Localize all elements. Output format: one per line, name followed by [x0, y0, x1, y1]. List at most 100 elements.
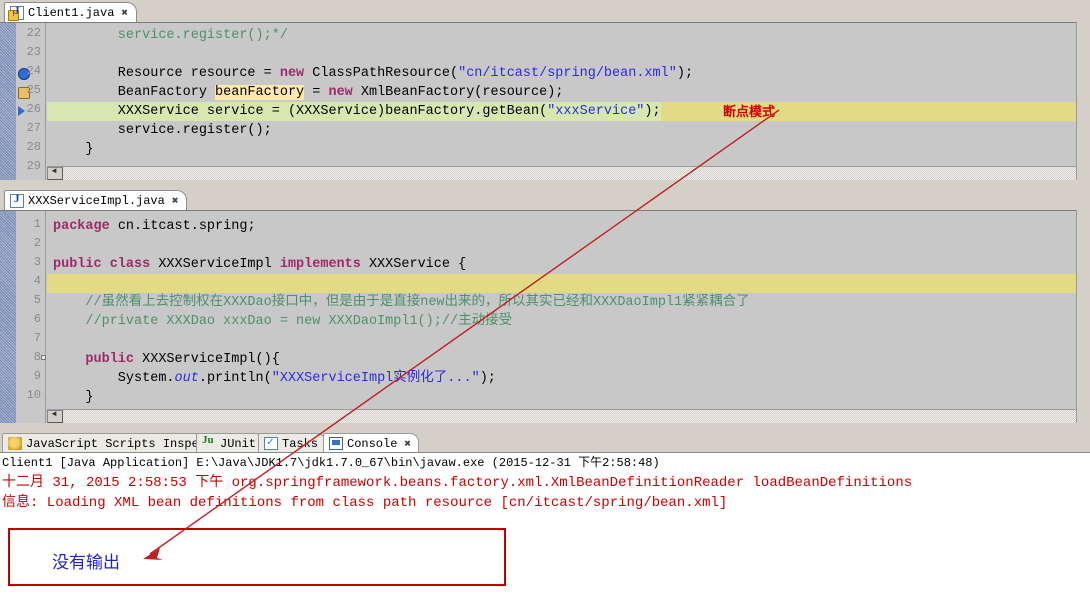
tab-client1-java[interactable]: Client1.java ✖ [4, 2, 138, 22]
code-line[interactable]: service.register(); [47, 121, 1090, 140]
line-number: 24 [26, 64, 41, 78]
line-number: 27 [26, 121, 41, 135]
code-line[interactable]: } [47, 140, 1090, 159]
close-icon[interactable]: ✖ [172, 194, 179, 208]
code-token: public [85, 352, 135, 367]
code-token: ); [644, 104, 661, 119]
fold-toggle-icon[interactable] [41, 355, 46, 360]
code-token: new [279, 66, 305, 81]
line-number: 26 [26, 102, 41, 116]
code-token: package [53, 219, 110, 234]
editor-2-horizontal-scrollbar[interactable] [47, 409, 1090, 423]
junit-icon [202, 434, 216, 450]
code-token: public class [53, 257, 151, 272]
scroll-left-arrow-icon[interactable] [47, 166, 63, 180]
code-line[interactable]: BeanFactory beanFactory = new XmlBeanFac… [47, 83, 1090, 102]
code-text-area[interactable]: package cn.itcast.spring; public class X… [47, 211, 1090, 423]
code-token: ); [676, 66, 694, 81]
tab-junit[interactable]: JUnit [196, 433, 265, 453]
line-number: 23 [26, 45, 41, 59]
editor-1-horizontal-scrollbar[interactable] [47, 166, 1090, 180]
breakpoint-mode-annotation: 断点模式 [723, 104, 776, 119]
code-line[interactable] [47, 236, 1090, 255]
line-number: 25 [26, 83, 41, 97]
code-token: new [328, 85, 353, 100]
code-token: "cn/itcast/spring/bean.xml" [458, 66, 677, 81]
editor-2-tabstrip: XXXServiceImpl.java ✖ [0, 188, 1090, 210]
code-token: } [53, 390, 94, 405]
tab-label: XXXServiceImpl.java [28, 193, 165, 208]
tab-console[interactable]: Console ✖ [323, 433, 420, 453]
code-line[interactable]: public class XXXServiceImpl implements X… [47, 255, 1090, 274]
code-line[interactable] [47, 45, 1090, 64]
code-token: service.register(); [53, 123, 272, 138]
no-output-annotation-box: 没有输出 [8, 528, 506, 586]
line-number: 22 [26, 26, 41, 40]
code-editor-xxxserviceimpl[interactable]: 1 2 3 4 5 6 7 8 9 10 package cn.itcast.s… [0, 210, 1090, 423]
code-line[interactable]: service.register();*/ [47, 26, 1090, 45]
code-line[interactable]: package cn.itcast.spring; [47, 217, 1090, 236]
tab-tasks[interactable]: Tasks [258, 433, 327, 453]
close-icon[interactable]: ✖ [404, 437, 411, 451]
code-line[interactable]: System.out.println("XXXServiceImpl实例化了..… [47, 369, 1090, 388]
code-token: XXXServiceImpl(){ [134, 352, 280, 367]
code-line-highlighted[interactable] [47, 274, 1090, 293]
line-number: 4 [33, 274, 41, 288]
tab-label: Client1.java [28, 5, 115, 20]
code-token: XXXServiceImpl [150, 257, 280, 272]
code-token: //private XXXDao xxxDao = new XXXDaoImpl… [53, 314, 513, 329]
tab-xxxserviceimpl-java[interactable]: XXXServiceImpl.java ✖ [4, 190, 188, 210]
code-editor-client1[interactable]: 22 23 24 25 26 27 28 29 service.register… [0, 22, 1090, 180]
bottom-view-tabstrip: JavaScript Scripts Inspector JUnit Tasks… [0, 431, 1090, 453]
code-line[interactable] [47, 331, 1090, 350]
console-output-line: 十二月 31, 2015 2:58:53 下午 org.springframew… [2, 475, 913, 491]
code-token: } [53, 142, 94, 157]
code-line[interactable]: } [47, 388, 1090, 407]
code-token: Resource resource = [53, 66, 280, 81]
line-number: 6 [33, 312, 41, 326]
tasks-icon [264, 435, 278, 450]
eclipse-window: Client1.java ✖ 22 23 24 25 26 27 28 29 s… [0, 0, 1090, 606]
code-line-debug-highlight: XXXService service = (XXXService)beanFac… [47, 102, 661, 121]
editor-2-vertical-scrollbar[interactable] [1076, 210, 1090, 423]
code-token: XXXService { [360, 257, 467, 272]
code-token: System. [53, 371, 175, 386]
editor-1-vertical-scrollbar[interactable] [1076, 22, 1090, 180]
line-number: 3 [33, 255, 41, 269]
line-number: 28 [26, 140, 41, 154]
line-number: 10 [26, 388, 41, 402]
code-token: BeanFactory [53, 85, 216, 100]
code-line-current[interactable]: XXXService service = (XXXService)beanFac… [47, 102, 1090, 121]
code-line[interactable]: Resource resource = new ClassPathResourc… [47, 64, 1090, 83]
line-number: 1 [33, 217, 41, 231]
code-line[interactable]: //虽然看上去控制权在XXXDao接口中，但是由于是直接new出来的，所以其实已… [47, 293, 1090, 312]
code-token: .println( [198, 371, 272, 386]
tab-label: Console [347, 436, 398, 451]
line-number: 8 [33, 350, 41, 364]
editor-1-tabstrip: Client1.java ✖ [0, 0, 1090, 22]
no-output-annotation-label: 没有输出 [52, 553, 120, 572]
code-text-area[interactable]: service.register();*/ Resource resource … [47, 23, 1090, 180]
console-launch-header: Client1 [Java Application] E:\Java\JDK1.… [2, 456, 660, 470]
code-token: "xxxService" [547, 104, 645, 119]
code-token: service.register();*/ [53, 28, 288, 43]
line-number: 9 [33, 369, 41, 383]
line-number: 29 [26, 159, 41, 173]
javascript-icon [8, 437, 22, 450]
line-number-gutter[interactable]: 1 2 3 4 5 6 7 8 9 10 [16, 211, 46, 423]
tab-label: Tasks [282, 436, 319, 451]
code-token: beanFactory [215, 85, 305, 100]
code-line[interactable]: //private XXXDao xxxDao = new XXXDaoImpl… [47, 312, 1090, 331]
code-token: XmlBeanFactory(resource); [352, 85, 564, 100]
code-token: ); [479, 371, 496, 386]
line-number-gutter[interactable]: 22 23 24 25 26 27 28 29 [16, 23, 46, 180]
java-icon [10, 193, 24, 208]
scroll-left-arrow-icon[interactable] [47, 409, 63, 423]
console-icon [329, 437, 343, 450]
code-line[interactable]: public XXXServiceImpl(){ [47, 350, 1090, 369]
tab-label: JUnit [220, 436, 257, 451]
line-number: 5 [33, 293, 41, 307]
close-icon[interactable]: ✖ [121, 6, 128, 20]
current-instruction-arrow-icon [18, 106, 25, 116]
